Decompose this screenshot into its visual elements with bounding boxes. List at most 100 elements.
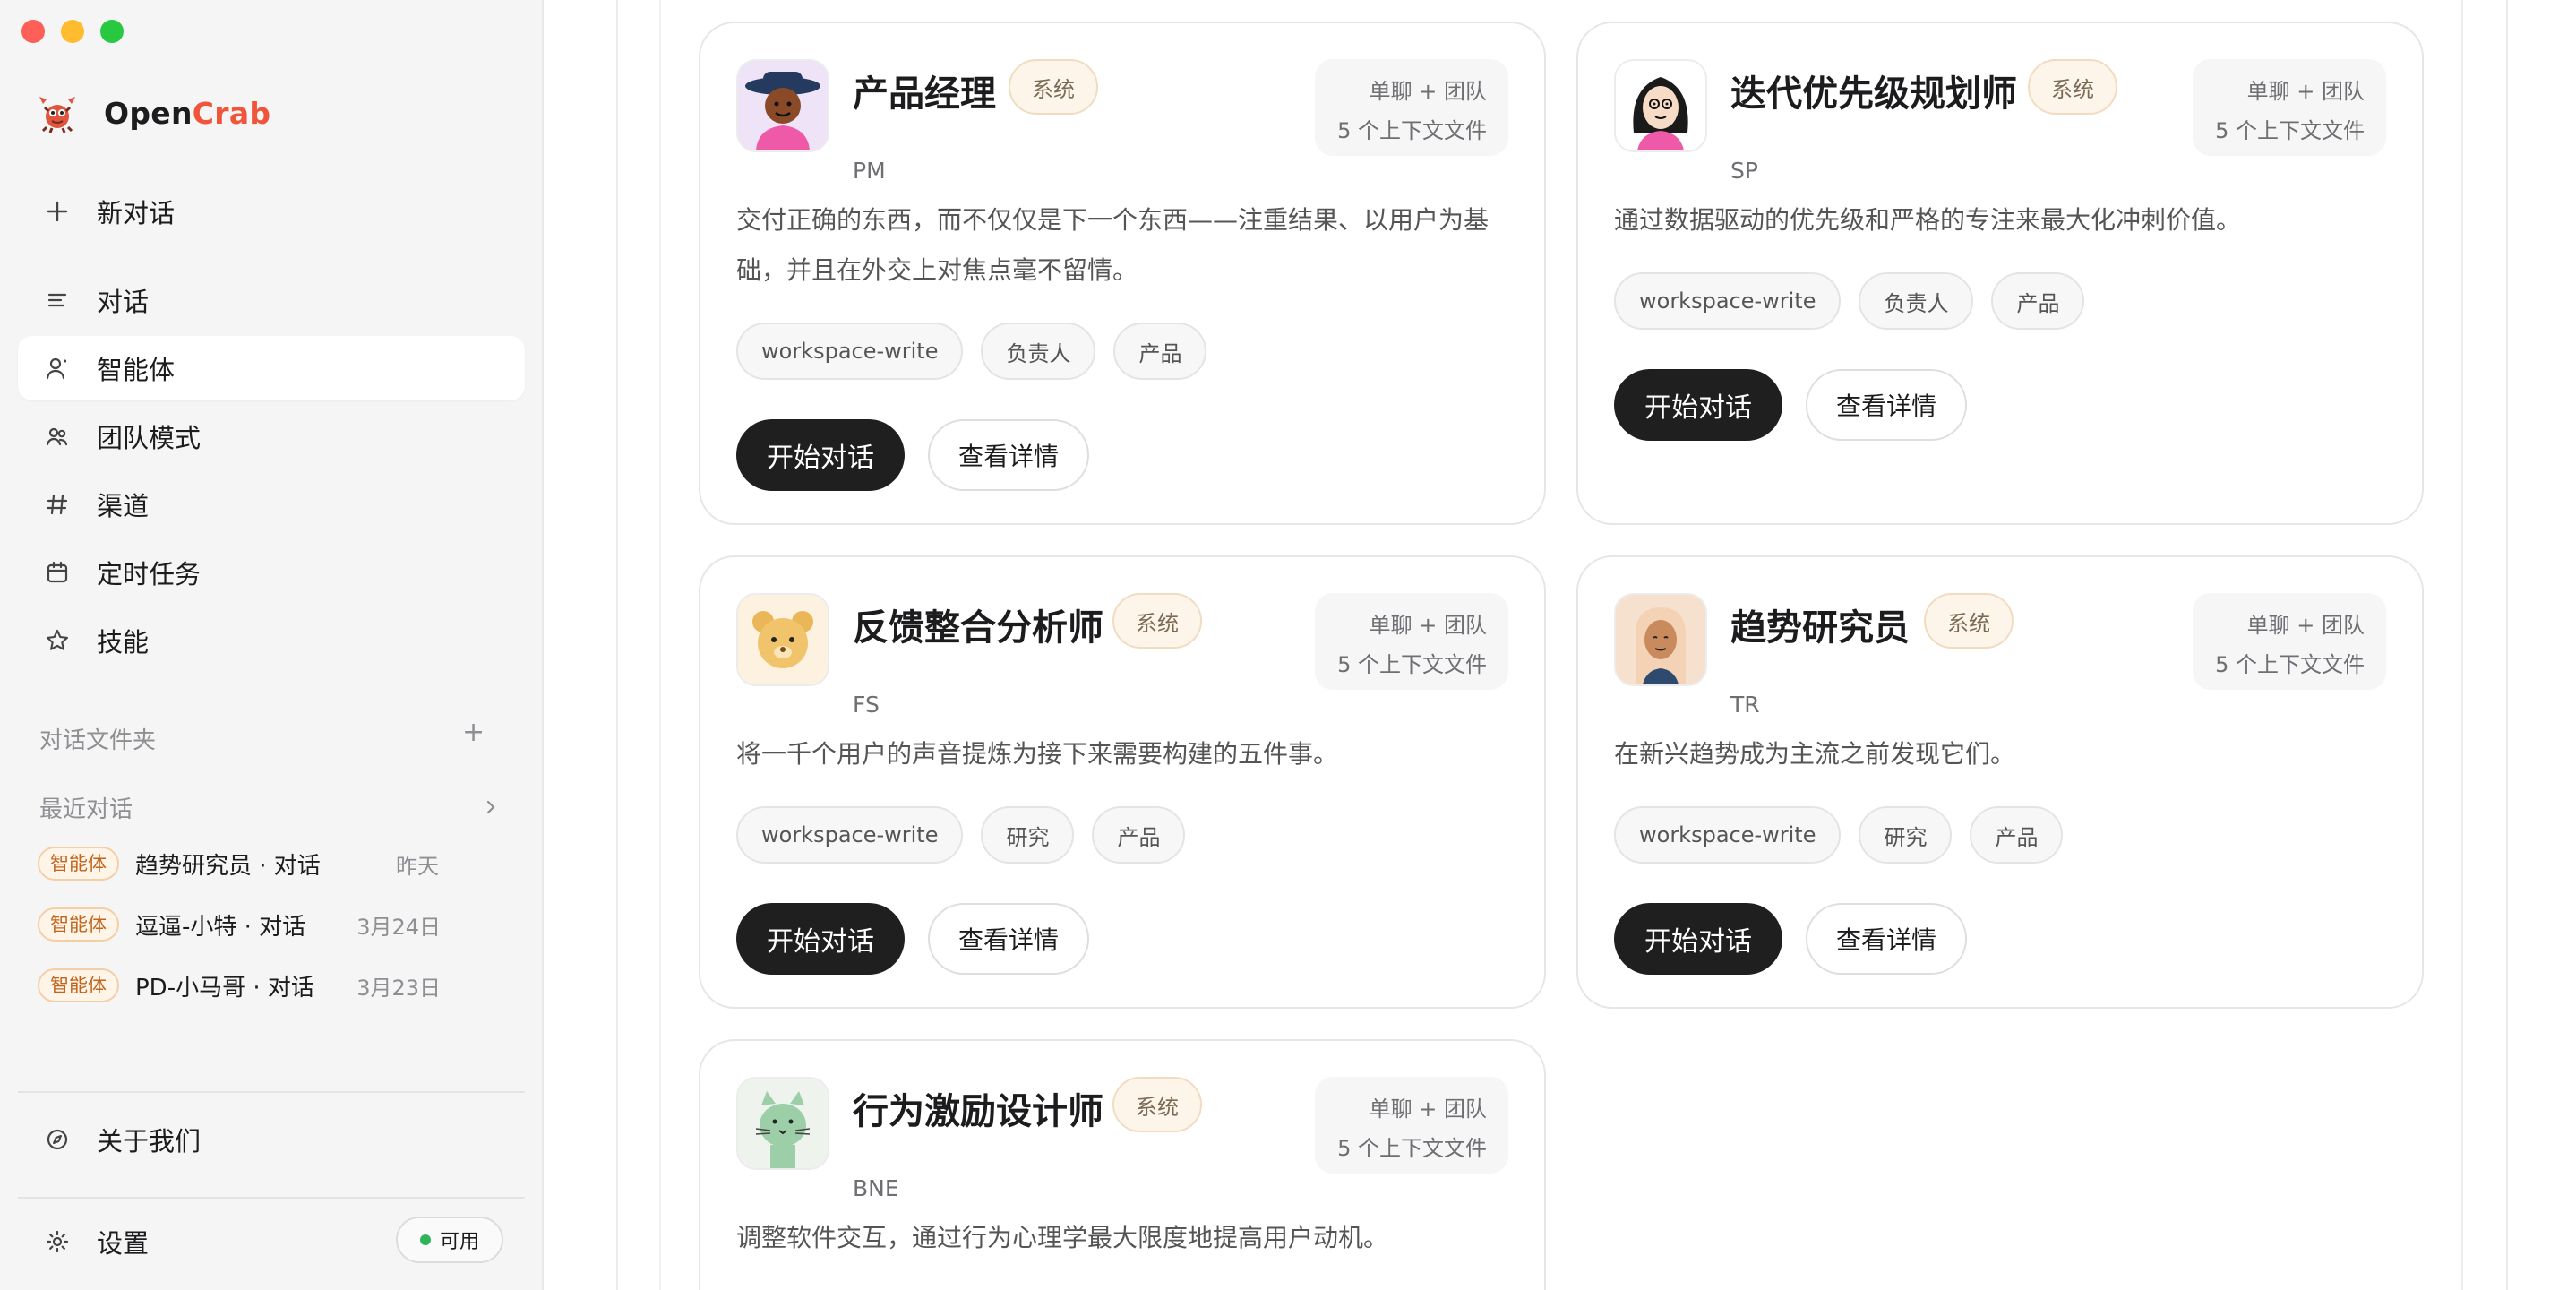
hash-icon	[43, 490, 72, 519]
view-details-button[interactable]: 查看详情	[1806, 369, 1968, 441]
recent-section-label: 最近对话	[39, 796, 133, 823]
recent-chat-date: 昨天	[396, 853, 439, 879]
status-dot-icon	[419, 1234, 431, 1245]
agent-tags: workspace-write 负责人 产品	[1614, 272, 2085, 330]
system-badge: 系统	[1112, 593, 1202, 649]
agent-meta: 单聊 + 团队 5 个上下文文件	[2193, 593, 2386, 690]
tag: 产品	[1991, 272, 2085, 330]
start-chat-button[interactable]: 开始对话	[736, 903, 905, 975]
agent-card: 行为激励设计师 系统 BNE 单聊 + 团队 5 个上下文文件 调整软件交互，通…	[699, 1039, 1546, 1290]
agent-meta: 单聊 + 团队 5 个上下文文件	[1315, 59, 1508, 156]
close-window-button[interactable]	[21, 20, 45, 43]
recent-chat-date: 3月24日	[356, 914, 441, 940]
sidebar-item-team-mode[interactable]: 团队模式	[18, 404, 525, 469]
agent-card: 产品经理 系统 PM 单聊 + 团队 5 个上下文文件 交付正确的东西，而不仅仅…	[699, 22, 1546, 525]
sidebar-divider	[18, 1091, 525, 1093]
star-icon	[43, 626, 72, 655]
recent-chat-item[interactable]: 智能体 逗逼-小特 · 对话 3月24日	[38, 907, 441, 942]
sidebar-divider	[18, 1197, 525, 1199]
sidebar-item-skills[interactable]: 技能	[18, 608, 525, 673]
recent-chat-item[interactable]: 智能体 趋势研究员 · 对话 昨天	[38, 846, 441, 882]
new-chat-button[interactable]: 新对话	[18, 179, 525, 244]
agent-description: 调整软件交互，通过行为心理学最大限度地提高用户动机。	[736, 1223, 1389, 1252]
brand-name: OpenCrab	[104, 95, 271, 131]
view-details-button[interactable]: 查看详情	[928, 903, 1090, 975]
agent-code: BNE	[853, 1175, 899, 1201]
status-badge[interactable]: 可用	[396, 1217, 503, 1263]
agent-card: 趋势研究员 系统 TR 单聊 + 团队 5 个上下文文件 在新兴趋势成为主流之前…	[1576, 555, 2424, 1009]
agent-meta: 单聊 + 团队 5 个上下文文件	[1315, 1077, 1508, 1174]
agent-name: 行为激励设计师	[853, 1091, 1103, 1132]
agent-tags: workspace-write 负责人 产品	[736, 322, 1207, 380]
list-icon	[43, 286, 72, 314]
calendar-icon	[43, 558, 72, 587]
agent-avatar	[1614, 593, 1707, 686]
agent-description: 在新兴趋势成为主流之前发现它们。	[1614, 739, 2016, 769]
agent-actions: 开始对话 查看详情	[736, 903, 1090, 975]
agent-badge: 智能体	[38, 968, 119, 1002]
tag: workspace-write	[1614, 272, 1842, 330]
sidebar-item-scheduled-tasks[interactable]: 定时任务	[18, 540, 525, 605]
content-frame-inner	[659, 0, 661, 1290]
agent-description: 将一千个用户的声音提炼为接下来需要构建的五件事。	[736, 739, 1339, 769]
recent-chat-title: 趋势研究员 · 对话	[135, 852, 321, 880]
system-badge: 系统	[1924, 593, 2014, 649]
user-icon	[43, 354, 72, 383]
recent-chat-item[interactable]: 智能体 PD-小马哥 · 对话 3月23日	[38, 968, 441, 1003]
agent-actions: 开始对话 查看详情	[1614, 369, 1968, 441]
agent-badge: 智能体	[38, 907, 119, 942]
agent-description: 交付正确的东西，而不仅仅是下一个东西——注重结果、以用户为基础，并且在外交上对焦…	[736, 205, 1490, 285]
add-folder-button[interactable]: +	[462, 717, 485, 748]
agent-code: PM	[853, 158, 886, 184]
content-frame-left	[616, 0, 618, 1290]
agent-card: 迭代优先级规划师 系统 SP 单聊 + 团队 5 个上下文文件 通过数据驱动的优…	[1576, 22, 2424, 525]
tag: 研究	[1859, 806, 1953, 864]
sidebar-item-channels[interactable]: 渠道	[18, 472, 525, 537]
tag: workspace-write	[1614, 806, 1842, 864]
agent-code: FS	[853, 692, 880, 718]
agent-actions: 开始对话 查看详情	[736, 419, 1090, 491]
agent-description: 通过数据驱动的优先级和严格的专注来最大化冲刺价值。	[1614, 205, 2242, 235]
agent-name: 反馈整合分析师	[853, 607, 1103, 649]
folders-section-label: 对话文件夹	[39, 727, 157, 754]
chevron-right-icon[interactable]	[482, 792, 500, 814]
view-details-button[interactable]: 查看详情	[1806, 903, 1968, 975]
agent-code: TR	[1730, 692, 1760, 718]
agent-card: 反馈整合分析师 系统 FS 单聊 + 团队 5 个上下文文件 将一千个用户的声音…	[699, 555, 1546, 1009]
minimize-window-button[interactable]	[61, 20, 84, 43]
agent-code: SP	[1730, 158, 1758, 184]
recent-chat-date: 3月23日	[356, 975, 441, 1001]
compass-icon	[43, 1125, 72, 1154]
agent-tags: workspace-write 研究 产品	[736, 806, 1186, 864]
system-badge: 系统	[2028, 59, 2117, 115]
agent-name: 迭代优先级规划师	[1730, 73, 2017, 115]
start-chat-button[interactable]: 开始对话	[736, 419, 905, 491]
sidebar-item-agents[interactable]: 智能体	[18, 336, 525, 400]
agent-avatar	[736, 1077, 829, 1170]
view-details-button[interactable]: 查看详情	[928, 419, 1090, 491]
tag: 研究	[981, 806, 1075, 864]
brand: OpenCrab	[36, 91, 270, 134]
content-frame-right	[2461, 0, 2463, 1290]
agent-avatar	[1614, 59, 1707, 152]
sidebar-item-chats[interactable]: 对话	[18, 268, 525, 332]
agent-meta: 单聊 + 团队 5 个上下文文件	[2193, 59, 2386, 156]
recent-chat-title: PD-小马哥 · 对话	[135, 974, 314, 1002]
tag: 产品	[1970, 806, 2064, 864]
about-us-button[interactable]: 关于我们	[18, 1107, 525, 1172]
start-chat-button[interactable]: 开始对话	[1614, 903, 1782, 975]
recent-chat-title: 逗逼-小特 · 对话	[135, 913, 306, 941]
scroll-frame-right	[2506, 0, 2508, 1290]
sidebar: OpenCrab 新对话 对话 智能体 团队模式 渠道 定时任务 技能 对话文件…	[0, 0, 544, 1290]
agent-name: 产品经理	[853, 73, 996, 115]
system-badge: 系统	[1009, 59, 1098, 115]
agent-actions: 开始对话 查看详情	[1614, 903, 1968, 975]
agent-avatar	[736, 593, 829, 686]
start-chat-button[interactable]: 开始对话	[1614, 369, 1782, 441]
agent-avatar	[736, 59, 829, 152]
window-controls	[21, 20, 124, 43]
tag: 产品	[1113, 322, 1207, 380]
agent-tags: workspace-write 研究 产品	[1614, 806, 2064, 864]
zoom-window-button[interactable]	[100, 20, 124, 43]
tag: 产品	[1092, 806, 1186, 864]
